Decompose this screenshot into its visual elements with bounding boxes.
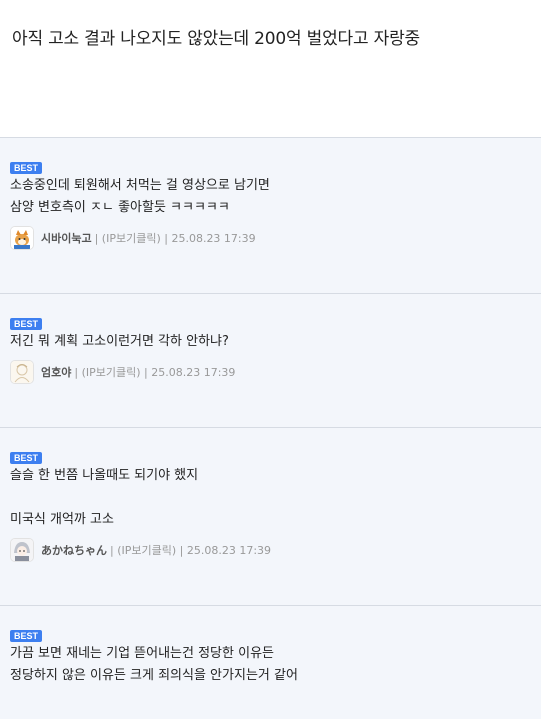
comment-text-line <box>10 487 529 509</box>
comment-item: BEST 가끔 보면 재네는 기업 뜯어내는건 정당한 이유든 정당하지 않은 … <box>0 605 541 719</box>
comment-meta: あかねちゃん | (IP보기클릭) | 25.08.23 17:39 <box>10 537 529 563</box>
best-badge: BEST <box>10 318 43 330</box>
comment-text-line: 저긴 뭐 계획 고소이런거면 각하 안하냐? <box>10 334 229 349</box>
comment-nickname[interactable]: 엄호야 <box>41 364 71 380</box>
comment-text-line: 삼양 변호측이 ㅈㄴ 좋아할듯 ㅋㅋㅋㅋㅋ <box>10 200 230 215</box>
anime-avatar-icon[interactable] <box>10 538 34 562</box>
comment-meta: 엄호야 | (IP보기클릭) | 25.08.23 17:39 <box>10 359 529 385</box>
comment-item: BEST 슬슬 한 번쯤 나올때도 되기야 했지 미국식 개억까 고소 あかねち… <box>0 427 541 605</box>
comment-text-line: 슬슬 한 번쯤 나올때도 되기야 했지 <box>10 468 199 483</box>
comment-ip-date[interactable]: | (IP보기클릭) | 25.08.23 17:39 <box>74 364 235 380</box>
comment-list: BEST 소송중인데 퇴원해서 처먹는 걸 영상으로 남기면 삼양 변호측이 ㅈ… <box>0 137 541 719</box>
comment-ip-date[interactable]: | (IP보기클릭) | 25.08.23 17:39 <box>95 230 256 246</box>
best-badge: BEST <box>10 162 43 174</box>
comment-item: BEST 저긴 뭐 계획 고소이런거면 각하 안하냐? 엄호야 | (IP보기클… <box>0 293 541 427</box>
sketch-avatar-icon[interactable] <box>10 360 34 384</box>
best-badge: BEST <box>10 452 43 464</box>
comment-text-line: 정당하지 않은 이유든 크게 죄의식을 안가지는거 같어 <box>10 668 298 683</box>
comment-nickname[interactable]: 시바이눅고 <box>41 230 92 246</box>
best-badge: BEST <box>10 630 43 642</box>
comment-item: BEST 소송중인데 퇴원해서 처먹는 걸 영상으로 남기면 삼양 변호측이 ㅈ… <box>0 137 541 293</box>
comment-meta: 시바이눅고 | (IP보기클릭) | 25.08.23 17:39 <box>10 225 529 251</box>
comment-text-line: 미국식 개억까 고소 <box>10 512 114 527</box>
comment-text-line: 소송중인데 퇴원해서 처먹는 걸 영상으로 남기면 <box>10 178 270 193</box>
comment-text-line: 가끔 보면 재네는 기업 뜯어내는건 정당한 이유든 <box>10 646 274 661</box>
shiba-avatar-icon[interactable] <box>10 226 34 250</box>
post-headline: 아직 고소 결과 나오지도 않았는데 200억 벌었다고 자랑중 <box>12 29 420 49</box>
comment-nickname[interactable]: あかねちゃん <box>41 542 107 558</box>
comment-ip-date[interactable]: | (IP보기클릭) | 25.08.23 17:39 <box>110 542 271 558</box>
